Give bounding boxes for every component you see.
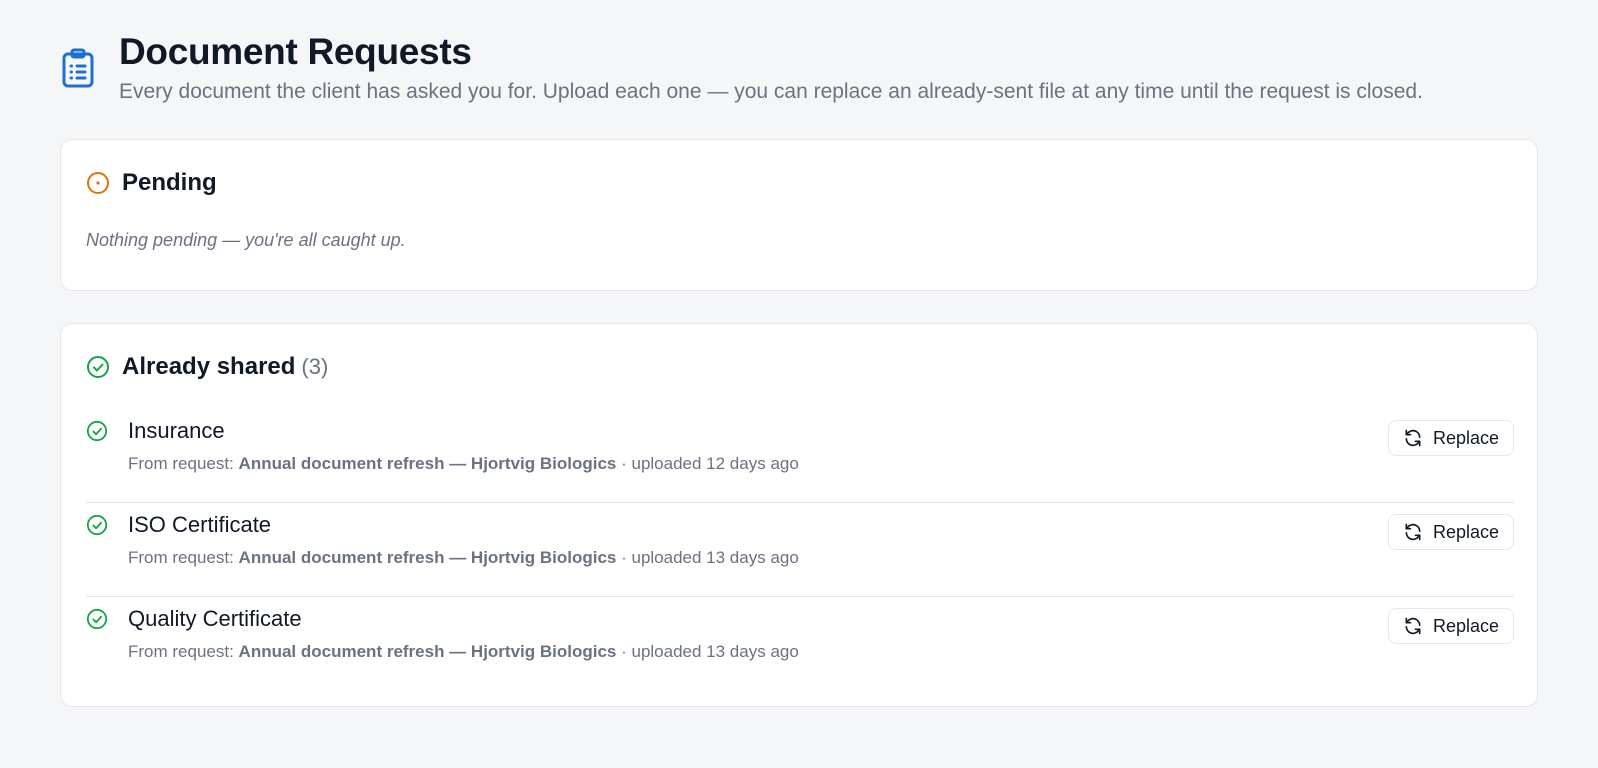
check-circle-icon bbox=[86, 514, 108, 536]
replace-button[interactable]: Replace bbox=[1388, 420, 1514, 456]
header-text: Document Requests Every document the cli… bbox=[119, 30, 1423, 106]
check-circle-icon bbox=[86, 355, 110, 379]
list-item: Quality Certificate From request: Annual… bbox=[86, 597, 1514, 691]
shared-header: Already shared (3) bbox=[86, 352, 328, 382]
pending-section: Pending Nothing pending — you're all cau… bbox=[60, 139, 1538, 291]
pending-title: Pending bbox=[122, 169, 217, 196]
pending-empty-text: Nothing pending — you're all caught up. bbox=[86, 230, 406, 250]
list-item: Insurance From request: Annual document … bbox=[86, 409, 1514, 503]
document-name: Insurance bbox=[128, 418, 225, 443]
request-name: Annual document refresh — Hjortvig Biolo… bbox=[238, 642, 617, 661]
page-header: Document Requests Every document the cli… bbox=[60, 30, 1423, 106]
from-label: From request: bbox=[128, 454, 234, 473]
document-meta: From request: Annual document refresh — … bbox=[128, 547, 799, 569]
replace-button[interactable]: Replace bbox=[1388, 608, 1514, 644]
request-name: Annual document refresh — Hjortvig Biolo… bbox=[238, 454, 617, 473]
refresh-icon bbox=[1405, 523, 1421, 541]
refresh-icon bbox=[1405, 617, 1421, 635]
document-meta: From request: Annual document refresh — … bbox=[128, 641, 799, 663]
shared-title: Already shared bbox=[122, 353, 296, 380]
request-name: Annual document refresh — Hjortvig Biolo… bbox=[238, 548, 617, 567]
uploaded-time: · uploaded 12 days ago bbox=[621, 454, 799, 473]
document-name: Quality Certificate bbox=[128, 606, 302, 631]
uploaded-time: · uploaded 13 days ago bbox=[621, 548, 799, 567]
refresh-icon bbox=[1405, 429, 1421, 447]
document-name: ISO Certificate bbox=[128, 512, 272, 537]
from-label: From request: bbox=[128, 642, 234, 661]
check-circle-icon bbox=[86, 420, 108, 442]
shared-section: Already shared (3) Insurance From reques… bbox=[60, 323, 1538, 707]
clipboard-icon bbox=[60, 48, 100, 88]
shared-count: (3) bbox=[301, 354, 329, 379]
page-subtitle: Every document the client has asked you … bbox=[119, 80, 1423, 103]
shared-list: Insurance From request: Annual document … bbox=[86, 409, 1514, 691]
pending-header: Pending bbox=[86, 168, 217, 198]
replace-label: Replace bbox=[1432, 427, 1500, 448]
replace-button[interactable]: Replace bbox=[1388, 514, 1514, 550]
from-label: From request: bbox=[128, 548, 234, 567]
check-circle-icon bbox=[86, 608, 108, 630]
uploaded-time: · uploaded 13 days ago bbox=[621, 642, 799, 661]
replace-label: Replace bbox=[1432, 521, 1500, 542]
document-meta: From request: Annual document refresh — … bbox=[128, 453, 799, 475]
page-title: Document Requests bbox=[119, 31, 472, 72]
pending-circle-icon bbox=[86, 171, 110, 195]
document-requests-page: Document Requests Every document the cli… bbox=[0, 0, 1598, 768]
list-item: ISO Certificate From request: Annual doc… bbox=[86, 503, 1514, 597]
replace-label: Replace bbox=[1432, 615, 1500, 636]
